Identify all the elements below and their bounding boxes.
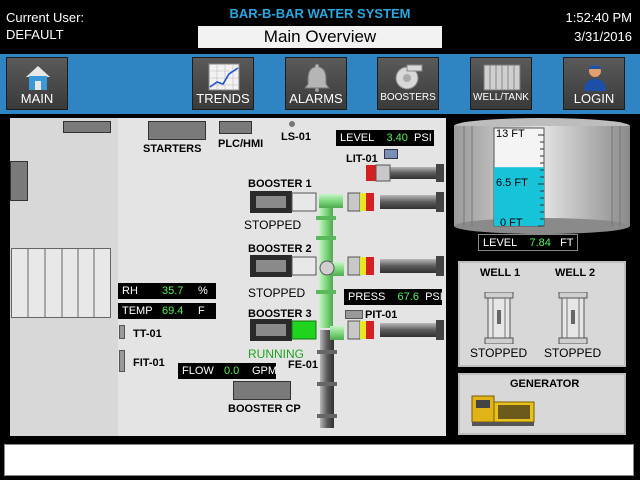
booster-1-motor[interactable]	[250, 191, 320, 213]
tank-level-unit: FT	[560, 237, 574, 249]
tank-tick-bottom: 0 FT	[500, 217, 523, 229]
tank-level-value: 7.84	[529, 237, 551, 249]
well-1-status: STOPPED	[470, 346, 528, 360]
tank-tick-top: 13 FT	[496, 128, 525, 140]
tank-panel: 13 FT 6.5 FT 0 FT	[450, 116, 636, 252]
booster-3-status: RUNNING	[248, 347, 304, 361]
storage-tank	[454, 118, 630, 234]
booster-3-motor[interactable]	[250, 319, 320, 341]
booster-2-status: STOPPED	[248, 286, 306, 300]
well-1-pump-icon[interactable]	[482, 291, 516, 345]
generator-label: GENERATOR	[510, 378, 580, 390]
alarm-message-bar	[4, 444, 634, 476]
booster-2-label: BOOSTER 2	[248, 243, 312, 255]
hmi-screen: Current User: DEFAULT BAR-B-BAR WATER SY…	[0, 0, 640, 480]
well-1-label: WELL 1	[480, 267, 521, 279]
well-2-label: WELL 2	[555, 267, 596, 279]
booster-2-motor[interactable]	[250, 255, 320, 277]
well-2-status: STOPPED	[544, 346, 602, 360]
booster-1-status: STOPPED	[244, 218, 302, 232]
tank-tick-mid: 6.5 FT	[496, 177, 528, 189]
generator-icon	[470, 392, 538, 428]
tank-level-label: LEVEL	[483, 237, 518, 249]
tank-level-readout: LEVEL 7.84 FT	[478, 234, 578, 251]
booster-1-label: BOOSTER 1	[248, 178, 312, 190]
booster-3-label: BOOSTER 3	[248, 308, 312, 320]
well-2-pump-icon[interactable]	[556, 291, 590, 345]
